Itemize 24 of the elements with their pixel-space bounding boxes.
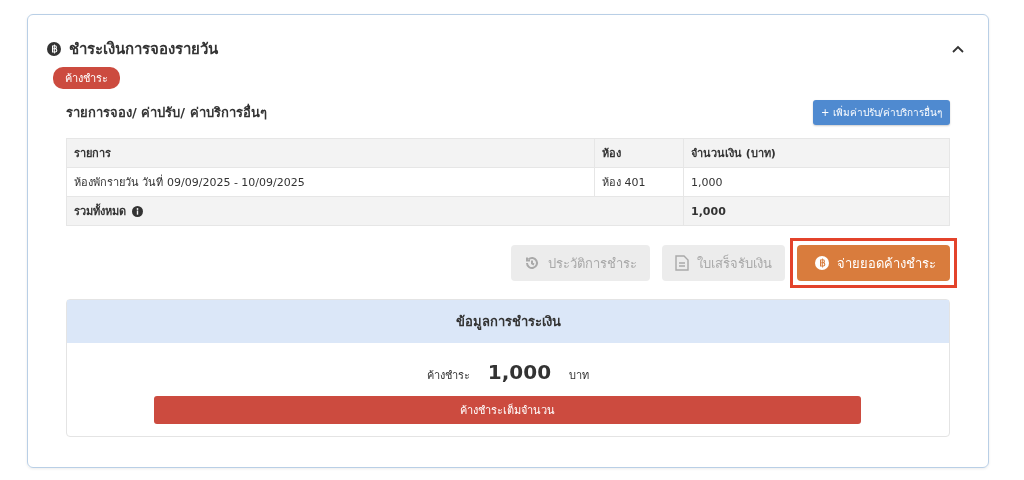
currency-label: บาท (569, 368, 590, 384)
total-label: รวมทั้งหมด (74, 202, 126, 220)
total-amount: 1,000 (683, 196, 950, 226)
coin-icon (47, 42, 61, 56)
status-badge: ค้างชำระ (53, 67, 120, 89)
table-cell: 1,000 (683, 167, 950, 197)
column-header: รายการ (66, 138, 595, 168)
chevron-icon[interactable] (952, 45, 964, 53)
document-icon (675, 255, 689, 271)
section-title: รายการจอง/ ค่าปรับ/ ค่าบริการอื่นๆ (66, 102, 267, 122)
card-title: ชำระเงินการจองรายวัน (69, 39, 218, 60)
panel-header: ข้อมูลการชำระเงิน (67, 300, 949, 343)
status-label: ค้างชำระ (426, 368, 470, 384)
table-cell: ห้อง 401 (594, 167, 684, 197)
coin-icon (815, 256, 829, 270)
status-bar: ค้างชำระเต็มจำนวน (154, 396, 861, 424)
add-fee-button[interactable]: + เพิ่มค่าปรับ/ค่าบริการอื่นๆ (813, 100, 950, 125)
pay-outstanding-button[interactable]: จ่ายยอดค้างชำระ (797, 245, 950, 281)
column-header: จำนวนเงิน (บาท) (683, 138, 950, 168)
info-icon[interactable] (132, 205, 143, 217)
column-header: ห้อง (594, 138, 684, 168)
amount-value: 1,000 (487, 360, 552, 384)
history-icon (524, 255, 540, 271)
table-cell: ห้องพักรายวัน วันที่ 09/09/2025 - 10/09/2025 (66, 167, 595, 197)
